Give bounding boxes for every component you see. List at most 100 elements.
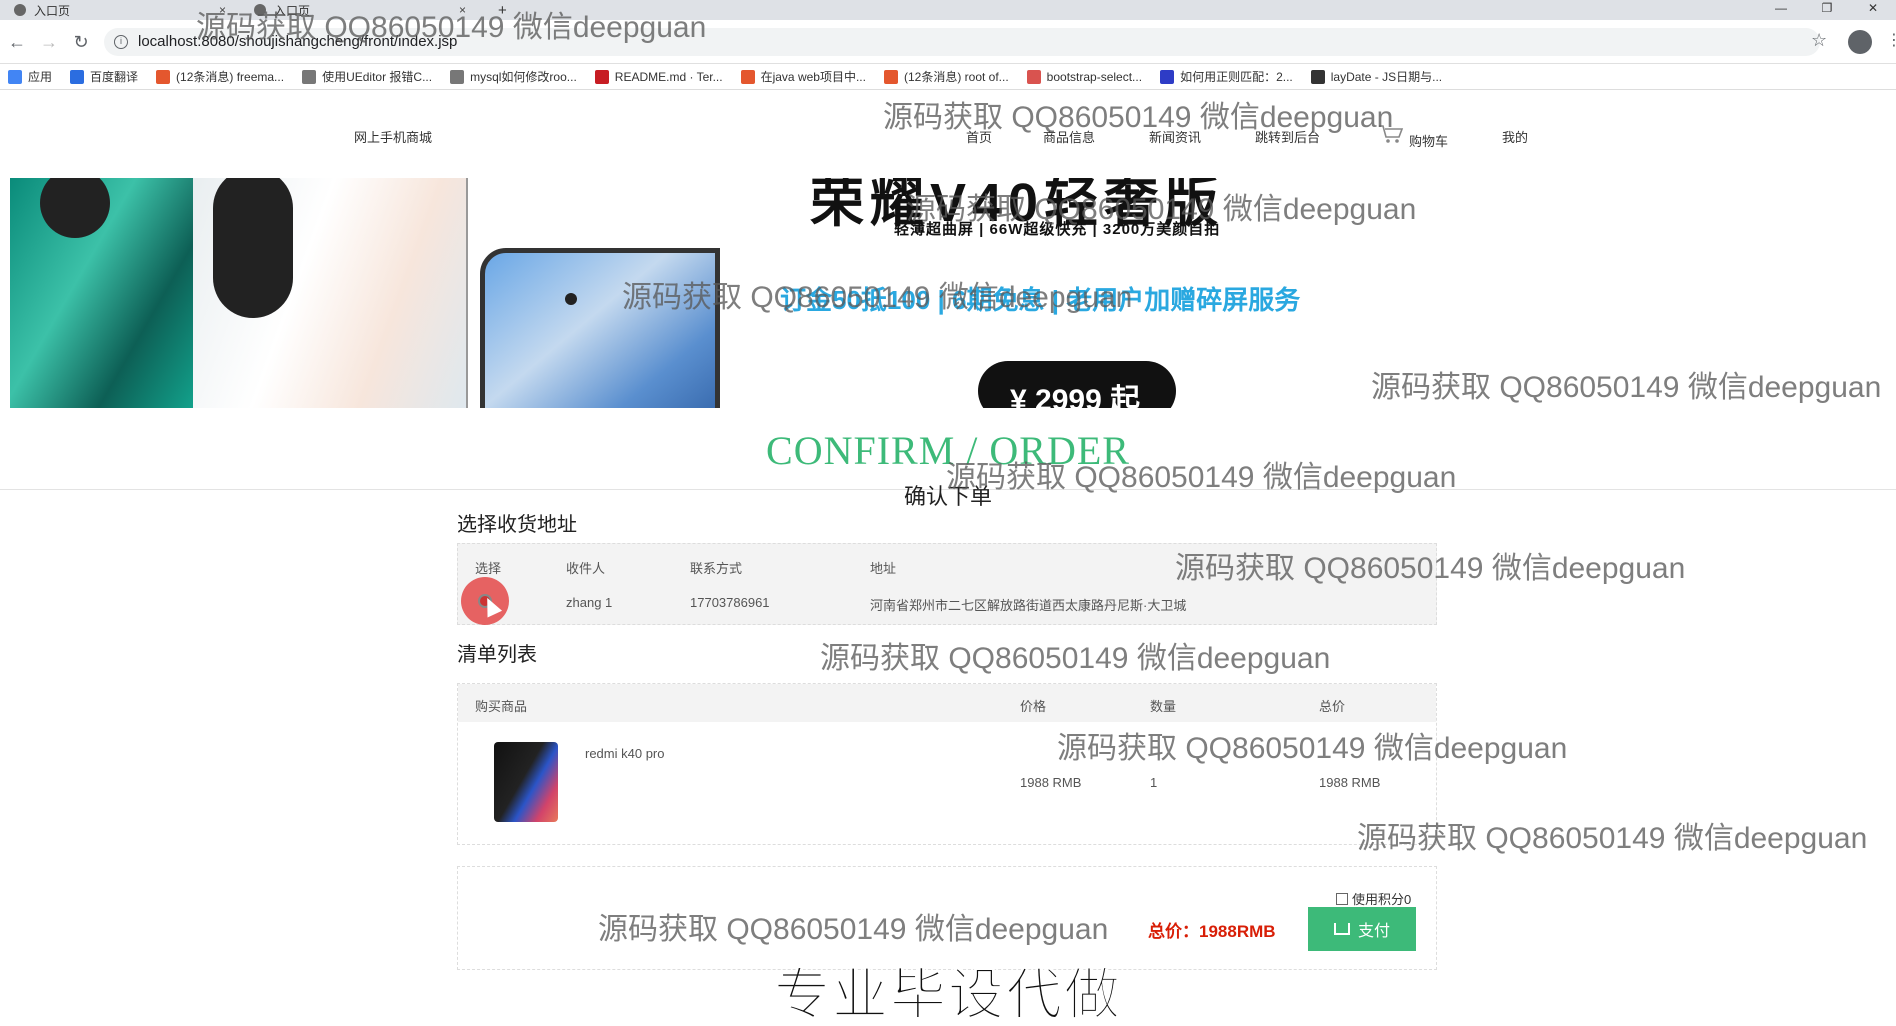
bookmark-label: 百度翻译 [90, 70, 139, 84]
browser-tab-1[interactable]: 入口页 × [14, 0, 234, 20]
col-qty: 数量 [1150, 699, 1177, 714]
bookmark-label: 应用 [28, 70, 53, 84]
nav-cart[interactable]: 购物车 [1409, 131, 1448, 150]
bookmark-item[interactable]: README.md · Ter... [594, 69, 723, 84]
order-list-table: 购买商品 价格 数量 总价 redmi k40 pro 1988 RMB 1 1… [457, 683, 1437, 845]
browser-menu-icon[interactable]: ⋮ [1886, 30, 1896, 50]
bookmark-favicon-icon [740, 69, 755, 84]
nav-news[interactable]: 新闻资讯 [1149, 127, 1201, 146]
back-icon[interactable]: ← [6, 31, 28, 53]
recipient-cell: zhang 1 [566, 595, 613, 610]
banner-subline: 轻薄超曲屏 | 66W超级快充 | 3200万美颜自拍 [894, 221, 1221, 238]
address-section-title: 选择收货地址 [457, 514, 577, 536]
bookmark-item[interactable]: 百度翻译 [70, 68, 138, 85]
bookmark-star-icon[interactable]: ☆ [1811, 30, 1827, 51]
use-points-label: 使用积分0 [1352, 892, 1412, 907]
bookmark-label: bootstrap-select... [1046, 69, 1143, 84]
globe-icon [14, 4, 26, 16]
bookmark-favicon-icon [450, 69, 465, 84]
globe-icon [254, 4, 266, 16]
col-product: 购买商品 [475, 699, 528, 714]
forward-icon[interactable]: → [38, 31, 60, 53]
banner-price: ¥ 2999 起 [978, 361, 1176, 408]
cart-icon[interactable] [1378, 124, 1404, 144]
banner-phone-image [10, 178, 193, 408]
bookmark-favicon-icon [70, 69, 85, 84]
close-tab-icon[interactable]: × [219, 3, 226, 17]
page-title-en: CONFIRM / ORDER [766, 428, 1130, 473]
bookmark-label: 使用UEditor 报错C... [322, 70, 433, 84]
bookmark-item[interactable]: (12条消息) root of... [883, 68, 1009, 85]
col-price: 价格 [1020, 699, 1047, 714]
site-brand[interactable]: 网上手机商城 [354, 127, 432, 146]
window-controls: — ❐ ✕ [1758, 0, 1896, 20]
col-select: 选择 [475, 561, 502, 576]
address-cell: 河南省郑州市二七区解放路街道西太康路丹尼斯·大卫城 [870, 598, 1187, 613]
banner-promo: 订金50抵100 | 6期免息 | 老用户加赠碎屏服务 [780, 285, 1301, 315]
profile-avatar-icon[interactable] [1848, 30, 1872, 54]
list-header: 购买商品 价格 数量 总价 [458, 684, 1436, 722]
restore-icon[interactable]: ❐ [1804, 0, 1850, 20]
col-address: 地址 [870, 561, 897, 576]
bookmark-item[interactable]: (12条消息) freema... [156, 68, 284, 85]
overlay-banner: 专业毕设代做 [774, 963, 1122, 1026]
bookmark-item[interactable]: 应用 [8, 68, 52, 85]
bookmark-item[interactable]: 使用UEditor 报错C... [302, 68, 432, 85]
bookmark-favicon-icon [1026, 69, 1041, 84]
browser-toolbar: ← → ↻ i localhost:8080/shoujishangcheng/… [0, 20, 1896, 64]
col-total: 总价 [1319, 699, 1346, 714]
bookmark-label: README.md · Ter... [614, 69, 723, 84]
qty-cell: 1 [1150, 775, 1158, 790]
banner-phone-image [193, 178, 468, 408]
address-bar[interactable]: i localhost:8080/shoujishangcheng/front/… [104, 28, 1820, 56]
bookmark-favicon-icon [302, 69, 317, 84]
apps-grid-icon [8, 69, 22, 84]
page-title-cn: 确认下单 [903, 484, 992, 509]
tab-title: 入口页 [34, 3, 71, 18]
checkbox-icon[interactable] [1336, 892, 1348, 905]
bookmark-item[interactable]: mysql如何修改roo... [450, 68, 577, 85]
nav-mine[interactable]: 我的 [1502, 127, 1528, 146]
bookmark-item[interactable]: 如何用正则匹配：2... [1160, 68, 1293, 85]
watermark: 源码获取 QQ86050149 微信deepguan [820, 642, 1331, 675]
reload-icon[interactable]: ↻ [70, 31, 92, 53]
bookmarks-bar: 应用 百度翻译 (12条消息) freema... 使用UEditor 报错C... m… [0, 64, 1896, 90]
site-header: 网上手机商城 首页 商品信息 新闻资讯 跳转到后台 购物车 我的 [0, 90, 1896, 178]
tab-title: 入口页 [274, 3, 311, 18]
close-tab-icon[interactable]: × [459, 3, 466, 17]
close-window-icon[interactable]: ✕ [1850, 0, 1896, 20]
bookmark-favicon-icon [1160, 69, 1175, 84]
bookmark-favicon-icon [156, 69, 171, 84]
cart-icon [1333, 923, 1350, 935]
site-info-icon[interactable]: i [114, 35, 128, 49]
bookmark-item[interactable]: layDate - JS日期与... [1310, 68, 1443, 85]
nav-products[interactable]: 商品信息 [1043, 127, 1095, 146]
product-name[interactable]: redmi k40 pro [585, 746, 664, 761]
bookmark-label: (12条消息) freema... [176, 70, 285, 84]
total-cell: 1988 RMB [1319, 775, 1381, 790]
price-cell: 1988 RMB [1020, 775, 1082, 790]
bookmark-favicon-icon [883, 69, 898, 84]
page-root: 入口页 × 入口页 × + — ❐ ✕ ← → ↻ i localhost:80… [0, 0, 1896, 1026]
use-points-checkbox[interactable]: 使用积分0 [1336, 889, 1411, 908]
minimize-icon[interactable]: — [1758, 0, 1804, 20]
list-section-title: 清单列表 [457, 644, 537, 666]
bookmark-label: 在java web项目中... [760, 70, 866, 84]
nav-admin[interactable]: 跳转到后台 [1255, 127, 1320, 146]
pay-button-label: 支付 [1357, 923, 1390, 940]
bookmark-item[interactable]: bootstrap-select... [1026, 69, 1143, 84]
pay-button[interactable]: 支付 [1308, 907, 1416, 951]
col-recipient: 收件人 [566, 561, 606, 576]
url-text[interactable]: localhost:8080/shoujishangcheng/front/in… [138, 33, 457, 50]
browser-tab-2[interactable]: 入口页 × [254, 0, 474, 20]
bookmark-favicon-icon [1310, 69, 1325, 84]
promo-banner[interactable]: 荣耀V40轻奢版 轻薄超曲屏 | 66W超级快充 | 3200万美颜自拍 订金5… [10, 178, 1670, 408]
product-image[interactable] [494, 742, 558, 822]
bookmark-item[interactable]: 在java web项目中... [740, 68, 866, 85]
bookmark-label: mysql如何修改roo... [470, 70, 577, 84]
new-tab-button[interactable]: + [498, 0, 507, 20]
bookmark-label: (12条消息) root of... [903, 70, 1009, 84]
order-total: 总价：1988RMB [1148, 922, 1276, 941]
bookmark-label: layDate - JS日期与... [1330, 70, 1443, 84]
nav-home[interactable]: 首页 [966, 127, 992, 146]
